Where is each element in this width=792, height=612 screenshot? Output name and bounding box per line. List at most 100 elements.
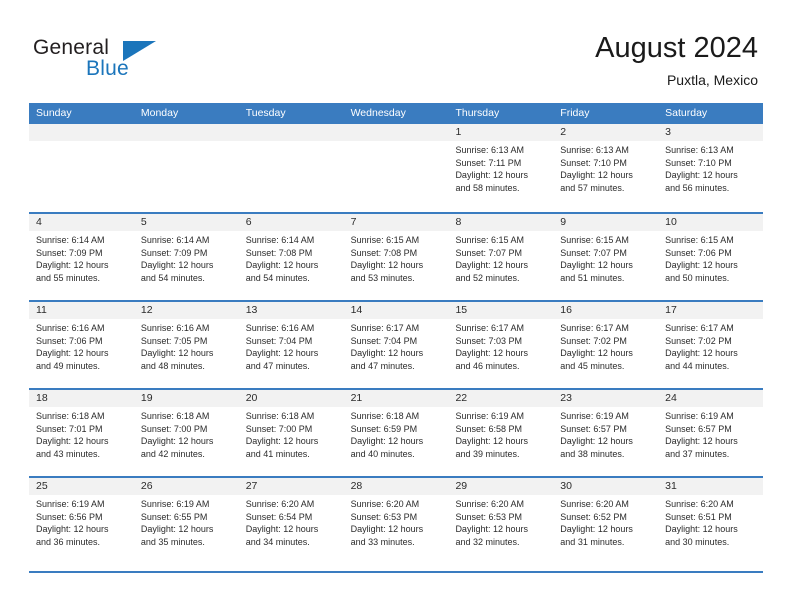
- daylight-text-line1: Daylight: 12 hours: [455, 436, 528, 447]
- daylight-text-line2: and 36 minutes.: [36, 536, 101, 547]
- sunset-text: Sunset: 7:04 PM: [350, 335, 418, 346]
- day-details: Sunrise: 6:18 AM Sunset: 7:00 PM Daylight:…: [134, 407, 239, 460]
- day-cell[interactable]: 18 Sunrise: 6:18 AM Sunset: 7:01 PM Dayligh…: [29, 390, 134, 476]
- sunrise-text: Sunrise: 6:19 AM: [455, 411, 524, 421]
- sunrise-text: Sunrise: 6:16 AM: [36, 323, 105, 333]
- day-cell[interactable]: 16 Sunrise: 6:17 AM Sunset: 7:02 PM Dayligh…: [553, 302, 659, 388]
- day-cell[interactable]: 9 Sunrise: 6:15 AM Sunset: 7:07 PM Daylight…: [553, 214, 659, 300]
- calendar-week-row: 1 Sunrise: 6:13 AM Sunset: 7:11 PM Daylight…: [29, 124, 764, 212]
- day-number: [29, 124, 134, 141]
- day-cell[interactable]: 21 Sunrise: 6:18 AM Sunset: 6:59 PM Dayligh…: [343, 390, 449, 476]
- daylight-text-line1: Daylight: 12 hours: [140, 260, 214, 271]
- weekday-header-thursday: Thursday: [455, 107, 500, 119]
- day-cell[interactable]: 10 Sunrise: 6:15 AM Sunset: 7:06 PM Dayligh…: [658, 214, 764, 300]
- day-number: 29: [448, 478, 554, 495]
- day-cell[interactable]: 11 Sunrise: 6:16 AM Sunset: 7:06 PM Dayligh…: [29, 302, 134, 388]
- daylight-text-line2: and 55 minutes.: [36, 272, 101, 283]
- sunset-text: Sunset: 7:05 PM: [140, 335, 208, 346]
- day-details: Sunrise: 6:19 AM Sunset: 6:55 PM Daylight:…: [134, 495, 239, 548]
- day-number: 16: [553, 302, 659, 319]
- daylight-text-line2: and 39 minutes.: [455, 448, 520, 459]
- day-cell[interactable]: 25 Sunrise: 6:19 AM Sunset: 6:56 PM Dayligh…: [29, 478, 134, 564]
- day-cell[interactable]: 31 Sunrise: 6:20 AM Sunset: 6:51 PM Dayligh…: [658, 478, 764, 564]
- day-cell[interactable]: 14 Sunrise: 6:17 AM Sunset: 7:04 PM Dayligh…: [343, 302, 449, 388]
- daylight-text-line1: Daylight: 12 hours: [455, 348, 528, 359]
- day-number: 27: [238, 478, 344, 495]
- day-cell[interactable]: 6 Sunrise: 6:14 AM Sunset: 7:08 PM Daylight…: [238, 214, 344, 300]
- daylight-text-line1: Daylight: 12 hours: [350, 260, 424, 271]
- sunrise-text: Sunrise: 6:18 AM: [350, 411, 420, 421]
- sunset-text: Sunset: 6:54 PM: [245, 511, 313, 522]
- day-cell[interactable]: 30 Sunrise: 6:20 AM Sunset: 6:52 PM Dayligh…: [553, 478, 659, 564]
- day-details: Sunrise: 6:14 AM Sunset: 7:09 PM Daylight:…: [29, 231, 134, 284]
- day-cell[interactable]: 24 Sunrise: 6:19 AM Sunset: 6:57 PM Dayligh…: [658, 390, 764, 476]
- day-number: [238, 124, 344, 141]
- daylight-text-line2: and 30 minutes.: [665, 536, 730, 547]
- brand-logo[interactable]: General Blue: [33, 36, 233, 88]
- daylight-text-line2: and 40 minutes.: [350, 448, 415, 459]
- daylight-text-line2: and 35 minutes.: [140, 536, 205, 547]
- day-cell[interactable]: 2 Sunrise: 6:13 AM Sunset: 7:10 PM Daylight…: [553, 124, 659, 212]
- day-number: 3: [658, 124, 764, 141]
- daylight-text-line2: and 31 minutes.: [560, 536, 625, 547]
- day-cell[interactable]: 12 Sunrise: 6:16 AM Sunset: 7:05 PM Dayligh…: [133, 302, 239, 388]
- day-number: 22: [448, 390, 554, 407]
- page-header: General Blue August 2024 Puxtla, Mexico: [0, 0, 792, 100]
- day-cell[interactable]: 29 Sunrise: 6:20 AM Sunset: 6:53 PM Dayligh…: [448, 478, 554, 564]
- brand-name-blue: Blue: [86, 57, 129, 80]
- day-details: Sunrise: 6:19 AM Sunset: 6:58 PM Daylight:…: [448, 407, 553, 460]
- weekday-header-wednesday: Wednesday: [350, 107, 406, 119]
- daylight-text-line2: and 37 minutes.: [665, 448, 730, 459]
- day-details: Sunrise: 6:17 AM Sunset: 7:04 PM Daylight:…: [344, 319, 449, 372]
- weekday-header-monday: Monday: [140, 107, 179, 119]
- sunrise-text: Sunrise: 6:14 AM: [36, 235, 105, 245]
- daylight-text-line1: Daylight: 12 hours: [560, 436, 633, 447]
- day-details: Sunrise: 6:16 AM Sunset: 7:04 PM Daylight:…: [239, 319, 344, 372]
- sunset-text: Sunset: 6:56 PM: [36, 511, 103, 522]
- sunset-text: Sunset: 6:57 PM: [665, 423, 732, 434]
- day-cell[interactable]: 4 Sunrise: 6:14 AM Sunset: 7:09 PM Daylight…: [29, 214, 134, 300]
- daylight-text-line2: and 33 minutes.: [350, 536, 415, 547]
- day-cell[interactable]: 13 Sunrise: 6:16 AM Sunset: 7:04 PM Dayligh…: [238, 302, 344, 388]
- day-cell[interactable]: 19 Sunrise: 6:18 AM Sunset: 7:00 PM Dayligh…: [133, 390, 239, 476]
- sunrise-text: Sunrise: 6:17 AM: [350, 323, 420, 333]
- day-cell[interactable]: 5 Sunrise: 6:14 AM Sunset: 7:09 PM Daylight…: [133, 214, 239, 300]
- day-number: 20: [238, 390, 344, 407]
- day-details: Sunrise: 6:17 AM Sunset: 7:03 PM Daylight:…: [448, 319, 553, 372]
- sunset-text: Sunset: 6:59 PM: [350, 423, 418, 434]
- sunrise-text: Sunrise: 6:19 AM: [140, 499, 210, 509]
- day-cell[interactable]: 1 Sunrise: 6:13 AM Sunset: 7:11 PM Daylight…: [448, 124, 554, 212]
- weekday-header-friday: Friday: [560, 107, 590, 119]
- day-cell[interactable]: 17 Sunrise: 6:17 AM Sunset: 7:02 PM Dayligh…: [658, 302, 764, 388]
- day-cell[interactable]: 26 Sunrise: 6:19 AM Sunset: 6:55 PM Dayligh…: [133, 478, 239, 564]
- day-cell[interactable]: 23 Sunrise: 6:19 AM Sunset: 6:57 PM Dayligh…: [553, 390, 659, 476]
- day-cell[interactable]: 15 Sunrise: 6:17 AM Sunset: 7:03 PM Dayligh…: [448, 302, 554, 388]
- day-details: Sunrise: 6:16 AM Sunset: 7:06 PM Daylight:…: [29, 319, 134, 372]
- day-cell[interactable]: 3 Sunrise: 6:13 AM Sunset: 7:10 PM Daylight…: [658, 124, 764, 212]
- day-cell[interactable]: 7 Sunrise: 6:15 AM Sunset: 7:08 PM Daylight…: [343, 214, 449, 300]
- day-cell[interactable]: 27 Sunrise: 6:20 AM Sunset: 6:54 PM Dayligh…: [238, 478, 344, 564]
- sunrise-text: Sunrise: 6:13 AM: [455, 145, 524, 155]
- day-cell[interactable]: 28 Sunrise: 6:20 AM Sunset: 6:53 PM Dayligh…: [343, 478, 449, 564]
- day-details: Sunrise: 6:15 AM Sunset: 7:07 PM Daylight:…: [553, 231, 658, 284]
- day-details: Sunrise: 6:19 AM Sunset: 6:57 PM Daylight:…: [553, 407, 658, 460]
- sunset-text: Sunset: 7:00 PM: [245, 423, 313, 434]
- daylight-text-line2: and 38 minutes.: [560, 448, 625, 459]
- day-cell[interactable]: 8 Sunrise: 6:15 AM Sunset: 7:07 PM Daylight…: [448, 214, 554, 300]
- daylight-text-line2: and 53 minutes.: [350, 272, 415, 283]
- sunrise-text: Sunrise: 6:18 AM: [36, 411, 105, 421]
- daylight-text-line1: Daylight: 12 hours: [245, 260, 319, 271]
- day-cell[interactable]: 20 Sunrise: 6:18 AM Sunset: 7:00 PM Dayligh…: [238, 390, 344, 476]
- sunset-text: Sunset: 6:55 PM: [140, 511, 208, 522]
- day-number: 18: [29, 390, 134, 407]
- day-details: Sunrise: 6:17 AM Sunset: 7:02 PM Daylight:…: [553, 319, 658, 372]
- sunset-text: Sunset: 7:08 PM: [350, 247, 418, 258]
- daylight-text-line2: and 45 minutes.: [560, 360, 625, 371]
- daylight-text-line2: and 44 minutes.: [665, 360, 730, 371]
- weekday-header-row: Sunday Monday Tuesday Wednesday Thursday…: [29, 103, 763, 124]
- sunset-text: Sunset: 7:02 PM: [560, 335, 627, 346]
- day-cell-empty: [29, 124, 134, 212]
- day-cell[interactable]: 22 Sunrise: 6:19 AM Sunset: 6:58 PM Dayligh…: [448, 390, 554, 476]
- day-cell-empty: [343, 124, 449, 212]
- daylight-text-line1: Daylight: 12 hours: [245, 436, 319, 447]
